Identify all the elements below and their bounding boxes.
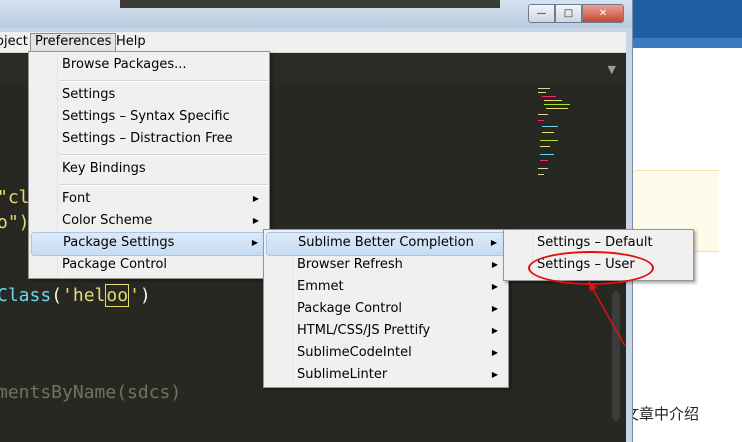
menu-item-emmet-label: Emmet (297, 279, 344, 294)
menu-item-browse-packages[interactable]: Browse Packages... (31, 54, 267, 76)
menu-separator (59, 154, 267, 156)
submenu-arrow-icon: ▶ (491, 304, 498, 313)
code-line-2: o") (0, 212, 30, 233)
minimap-line (538, 92, 546, 93)
submenu-arrow-icon: ▶ (251, 238, 258, 247)
menu-item-browser-refresh-label: Browser Refresh (297, 257, 403, 272)
menu-item-prettify[interactable]: HTML/CSS/JS Prettify ▶ (266, 320, 506, 342)
submenu-arrow-icon: ▶ (490, 238, 497, 247)
menu-item-package-control[interactable]: Package Control (31, 254, 267, 276)
code-line-1: "cl (0, 187, 30, 208)
code-paren-close: ) (139, 285, 151, 306)
code-paren-open: ( (51, 285, 63, 306)
menu-item-sbc-label: Sublime Better Completion (298, 235, 474, 250)
minimap-line (542, 126, 558, 127)
package-settings-menu: Sublime Better Completion ▶ Browser Refre… (263, 229, 509, 388)
background-window-peek (120, 0, 500, 8)
submenu-arrow-icon: ▶ (491, 260, 498, 269)
menu-item-browser-refresh[interactable]: Browser Refresh ▶ (266, 254, 506, 276)
code-line-4: mentsByName(sdcs) (0, 382, 182, 403)
minimap-line (538, 168, 548, 169)
code-string-tail: o") (0, 212, 30, 233)
menu-item-emmet[interactable]: Emmet ▶ (266, 276, 506, 298)
menu-item-color-scheme-label: Color Scheme (62, 213, 153, 228)
menu-item-package-settings-label: Package Settings (63, 235, 175, 250)
code-find-highlight: oo (105, 284, 130, 307)
window-controls: — □ ✕ (528, 4, 624, 23)
menu-item-settings-syntax[interactable]: Settings – Syntax Specific (31, 106, 267, 128)
menu-separator (59, 184, 267, 186)
minimap-line (544, 104, 570, 105)
maximize-button[interactable]: □ (555, 4, 582, 23)
minimap-line (542, 132, 554, 133)
menu-item-sublime-better-completion[interactable]: Sublime Better Completion ▶ (266, 232, 506, 256)
close-button[interactable]: ✕ (582, 4, 624, 23)
submenu-arrow-icon: ▶ (491, 326, 498, 335)
minimap-line (546, 108, 568, 109)
close-icon: ✕ (598, 8, 608, 19)
minimap-line (540, 146, 550, 147)
menu-item-prettify-label: HTML/CSS/JS Prettify (297, 323, 431, 338)
menu-item-color-scheme[interactable]: Color Scheme ▶ (31, 210, 267, 232)
menu-item-pkg-control-label: Package Control (297, 301, 403, 316)
minimap-line (538, 88, 550, 89)
annotation-arrow-icon (588, 280, 626, 347)
submenu-arrow-icon: ▶ (491, 348, 498, 357)
minimap-line (538, 114, 548, 115)
code-string-b: ' (129, 285, 140, 306)
menu-item-settings[interactable]: Settings (31, 84, 267, 106)
minimize-icon: — (536, 8, 547, 19)
code-line-3: Class('heloo') (0, 284, 151, 307)
submenu-arrow-icon: ▶ (252, 216, 259, 225)
menu-preferences[interactable]: Preferences (30, 33, 117, 52)
minimap-line (540, 154, 554, 155)
preferences-menu: Browse Packages... Settings Settings – S… (28, 51, 270, 279)
menu-item-sublime-linter[interactable]: SublimeLinter ▶ (266, 364, 506, 386)
minimap[interactable] (538, 88, 570, 183)
menu-separator (59, 80, 267, 82)
code-string-a: 'hel (62, 285, 106, 306)
minimap-line (538, 174, 544, 175)
submenu-arrow-icon: ▶ (252, 194, 259, 203)
tab-dropdown-icon[interactable]: ▼ (608, 63, 616, 76)
menu-item-key-bindings[interactable]: Key Bindings (31, 158, 267, 180)
menu-item-package-settings[interactable]: Package Settings ▶ (31, 232, 267, 256)
minimap-line (540, 160, 548, 161)
menu-item-pkg-control[interactable]: Package Control ▶ (266, 298, 506, 320)
submenu-arrow-icon: ▶ (491, 370, 498, 379)
title-bar[interactable]: — □ ✕ (0, 0, 632, 28)
menu-item-settings-distraction[interactable]: Settings – Distraction Free (31, 128, 267, 150)
menu-item-linter-label: SublimeLinter (297, 367, 388, 382)
menu-item-codeintel-label: SublimeCodeIntel (297, 345, 412, 360)
submenu-arrow-icon: ▶ (491, 282, 498, 291)
code-func: Class (0, 285, 52, 306)
maximize-icon: □ (563, 8, 574, 19)
menu-item-font[interactable]: Font ▶ (31, 188, 267, 210)
page-side-text: 文章中介绍 (624, 405, 700, 423)
minimap-line (544, 100, 562, 101)
minimize-button[interactable]: — (528, 4, 555, 23)
menu-help[interactable]: Help (112, 33, 150, 50)
page-header-strip (632, 0, 742, 48)
minimap-line (542, 96, 556, 97)
menu-project[interactable]: oject (0, 33, 32, 50)
minimap-line (540, 140, 558, 141)
menu-item-font-label: Font (62, 191, 91, 206)
menu-item-sublime-code-intel[interactable]: SublimeCodeIntel ▶ (266, 342, 506, 364)
menu-bar: oject Preferences Help (0, 32, 626, 53)
minimap-line (538, 120, 544, 121)
